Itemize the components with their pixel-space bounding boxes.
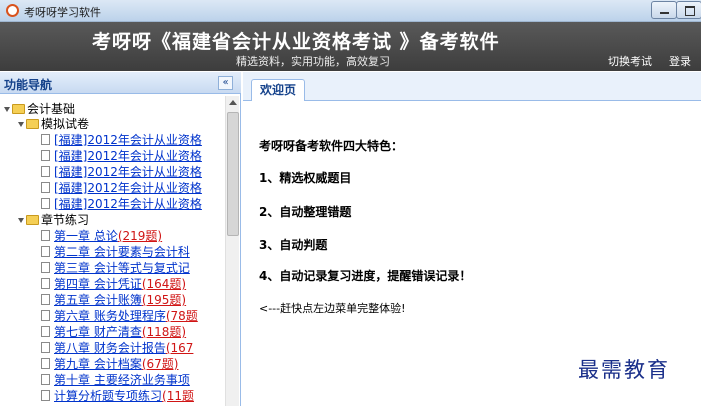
- document-icon: [41, 262, 50, 273]
- expand-arrow-icon[interactable]: [18, 218, 24, 223]
- menu-hint: <---赶快点左边菜单完整体验!: [259, 302, 406, 315]
- leaf-link[interactable]: 第七章 财产清查: [54, 325, 142, 339]
- question-count: (67题): [141, 357, 179, 371]
- question-count: (167: [165, 341, 194, 355]
- tree-node-label: 会计基础: [27, 102, 76, 116]
- document-icon: [41, 230, 50, 241]
- tree-leaf-chapter[interactable]: 第九章 会计档案(67题): [41, 357, 178, 372]
- app-subtitle: 精选资料，实用功能，高效复习: [236, 55, 390, 68]
- leaf-link[interactable]: 计算分析题专项练习: [54, 389, 162, 403]
- collapse-nav-button[interactable]: «: [218, 76, 233, 90]
- tree-leaf-chapter[interactable]: 计算分析题专项练习(11题: [41, 389, 194, 404]
- expand-arrow-icon[interactable]: [18, 122, 24, 127]
- nav-scrollbar[interactable]: [225, 96, 239, 406]
- nav-panel: 功能导航 « 会计基础 模拟试卷 [福建]2012年会计从业资格 [福建]201…: [0, 72, 241, 406]
- leaf-link[interactable]: 第六章 账务处理程序: [54, 309, 166, 323]
- scroll-up-arrow-icon[interactable]: [226, 96, 240, 110]
- folder-icon: [12, 104, 25, 114]
- document-icon: [41, 326, 50, 337]
- document-icon: [41, 134, 50, 145]
- folder-icon: [26, 215, 39, 225]
- tree-leaf-chapter[interactable]: 第三章 会计等式与复式记: [41, 261, 190, 276]
- question-count: (195题): [141, 293, 187, 307]
- tree-leaf-mock[interactable]: [福建]2012年会计从业资格: [41, 181, 202, 196]
- tree-leaf-mock[interactable]: [福建]2012年会计从业资格: [41, 165, 202, 180]
- leaf-link[interactable]: [福建]2012年会计从业资格: [54, 197, 202, 211]
- document-icon: [41, 198, 50, 209]
- document-icon: [41, 278, 50, 289]
- window-title: 考呀呀学习软件: [24, 6, 101, 19]
- tree-node-chapters[interactable]: 章节练习: [18, 213, 89, 228]
- watermark: 最需教育: [578, 358, 670, 382]
- leaf-link[interactable]: [福建]2012年会计从业资格: [54, 181, 202, 195]
- tab-welcome[interactable]: 欢迎页: [251, 79, 305, 101]
- document-icon: [41, 342, 50, 353]
- leaf-link[interactable]: [福建]2012年会计从业资格: [54, 133, 202, 147]
- tree-node-root[interactable]: 会计基础: [4, 102, 75, 117]
- tree-leaf-mock[interactable]: [福建]2012年会计从业资格: [41, 197, 202, 212]
- nav-tree: 会计基础 模拟试卷 [福建]2012年会计从业资格 [福建]2012年会计从业资…: [0, 96, 224, 406]
- document-icon: [41, 374, 50, 385]
- leaf-link[interactable]: [福建]2012年会计从业资格: [54, 149, 202, 163]
- document-icon: [41, 182, 50, 193]
- nav-header: 功能导航 «: [0, 72, 241, 94]
- minimize-button[interactable]: [651, 1, 677, 19]
- tree-leaf-mock[interactable]: [福建]2012年会计从业资格: [41, 133, 202, 148]
- maximize-button[interactable]: [676, 1, 701, 19]
- tree-leaf-mock[interactable]: [福建]2012年会计从业资格: [41, 149, 202, 164]
- feature-item: 3、自动判题: [259, 238, 328, 252]
- app-icon: [6, 4, 19, 17]
- document-icon: [41, 294, 50, 305]
- question-count: (11题: [162, 389, 194, 403]
- document-icon: [41, 150, 50, 161]
- leaf-link[interactable]: 第八章 财务会计报告: [54, 341, 166, 355]
- header-banner: 考呀呀《福建省会计从业资格考试 》备考软件 精选资料，实用功能，高效复习 切换考…: [0, 22, 701, 71]
- scroll-thumb[interactable]: [227, 112, 239, 236]
- question-count: (164题): [141, 277, 187, 291]
- feature-item: 4、自动记录复习进度，提醒错误记录！: [259, 269, 472, 283]
- login-link[interactable]: 登录: [669, 53, 691, 69]
- leaf-link[interactable]: 第十章 主要经济业务事项: [54, 373, 190, 387]
- leaf-link[interactable]: [福建]2012年会计从业资格: [54, 165, 202, 179]
- tree-leaf-chapter[interactable]: 第一章 总论(219题): [41, 229, 162, 244]
- features-heading: 考呀呀备考软件四大特色：: [259, 139, 404, 153]
- tree-node-label: 模拟试卷: [41, 117, 90, 131]
- switch-exam-link[interactable]: 切换考试: [608, 53, 652, 69]
- feature-item: 1、精选权威题目: [259, 171, 352, 185]
- tree-leaf-chapter[interactable]: 第五章 会计账簿(195题): [41, 293, 186, 308]
- welcome-page: 考呀呀备考软件四大特色： 1、精选权威题目 2、自动整理错题 3、自动判题 4、…: [243, 101, 701, 406]
- leaf-link[interactable]: 第四章 会计凭证: [54, 277, 142, 291]
- leaf-link[interactable]: 第三章 会计等式与复式记: [54, 261, 190, 275]
- tree-node-label: 章节练习: [41, 213, 90, 227]
- question-count: (78题: [165, 309, 198, 323]
- nav-title: 功能导航: [4, 78, 53, 92]
- expand-arrow-icon[interactable]: [4, 107, 10, 112]
- leaf-link[interactable]: 第一章 总论: [54, 229, 118, 243]
- tab-strip: 欢迎页: [243, 72, 701, 101]
- document-icon: [41, 390, 50, 401]
- question-count: (118题): [141, 325, 187, 339]
- tree-leaf-chapter[interactable]: 第八章 财务会计报告(167: [41, 341, 193, 356]
- tree-leaf-chapter[interactable]: 第四章 会计凭证(164题): [41, 277, 186, 292]
- document-icon: [41, 246, 50, 257]
- tree-leaf-chapter[interactable]: 第六章 账务处理程序(78题: [41, 309, 198, 324]
- document-icon: [41, 166, 50, 177]
- app-title: 考呀呀《福建省会计从业资格考试 》备考软件: [92, 31, 500, 53]
- leaf-link[interactable]: 第九章 会计档案: [54, 357, 142, 371]
- folder-icon: [26, 119, 39, 129]
- tree-leaf-chapter[interactable]: 第二章 会计要素与会计科: [41, 245, 190, 260]
- tree-leaf-chapter[interactable]: 第十章 主要经济业务事项: [41, 373, 190, 388]
- leaf-link[interactable]: 第二章 会计要素与会计科: [54, 245, 190, 259]
- tree-leaf-chapter[interactable]: 第七章 财产清查(118题): [41, 325, 186, 340]
- feature-item: 2、自动整理错题: [259, 205, 352, 219]
- document-icon: [41, 310, 50, 321]
- leaf-link[interactable]: 第五章 会计账簿: [54, 293, 142, 307]
- window-titlebar: 考呀呀学习软件: [0, 0, 701, 22]
- question-count: (219题): [117, 229, 163, 243]
- document-icon: [41, 358, 50, 369]
- tree-node-mock[interactable]: 模拟试卷: [18, 117, 89, 132]
